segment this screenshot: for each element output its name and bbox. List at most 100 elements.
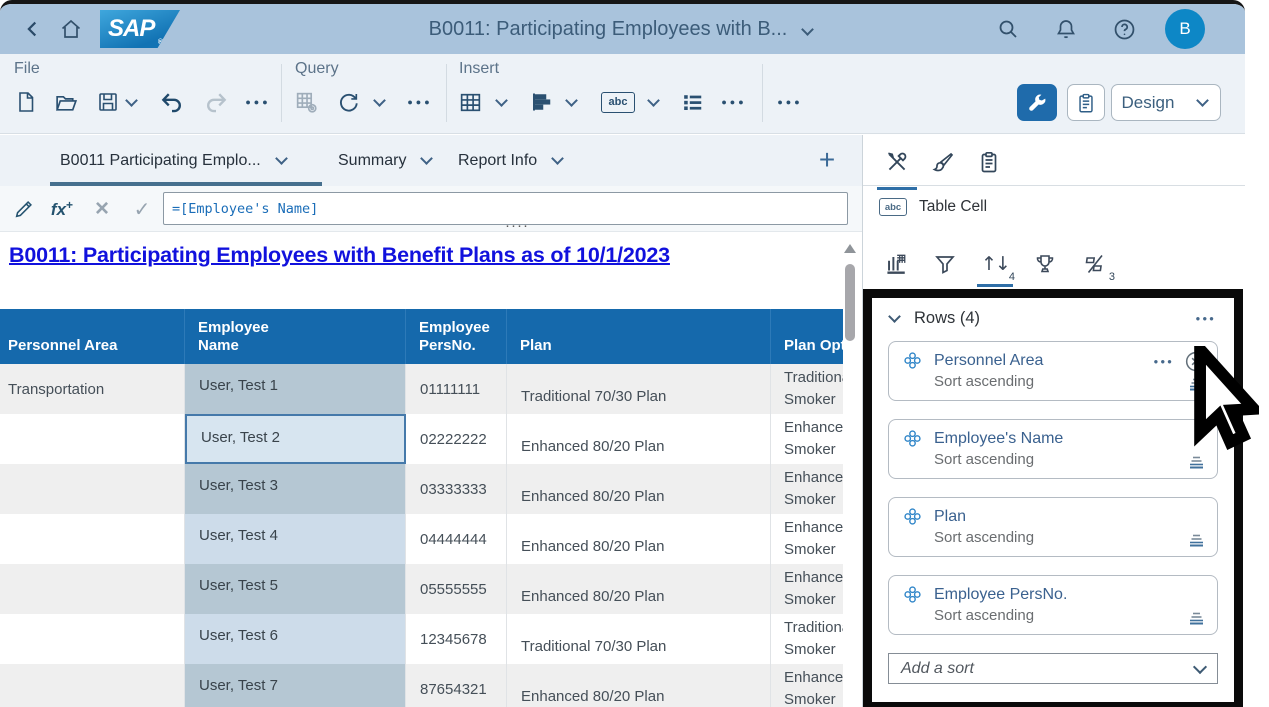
sort-icon-button[interactable]: ↑↓ 4	[973, 243, 1017, 285]
panel-tab-data[interactable]	[967, 141, 1011, 183]
cell-plan-option[interactable]: Traditional Smoker	[771, 614, 843, 664]
build-tools-button[interactable]	[1017, 84, 1057, 121]
refresh-button[interactable]	[330, 84, 366, 120]
cell-employee-name[interactable]: User, Test 7	[185, 664, 406, 707]
cancel-formula-button[interactable]	[86, 193, 118, 225]
break-icon-button[interactable]: 3	[1073, 243, 1117, 285]
formula-bar-resize-handle[interactable]	[505, 222, 529, 230]
add-report-tab-button[interactable]: +	[810, 143, 844, 177]
remove-sort-button[interactable]	[1184, 350, 1207, 373]
cell-employee-persno[interactable]: 87654321	[406, 664, 507, 707]
insert-more-button[interactable]	[716, 84, 752, 120]
refresh-menu-button[interactable]	[368, 84, 390, 120]
cell-employee-persno[interactable]: 12345678	[406, 614, 507, 664]
cell-employee-name[interactable]: User, Test 1	[185, 364, 406, 414]
cell-plan[interactable]: Enhanced 80/20 Plan	[507, 414, 771, 464]
help-button[interactable]	[1107, 12, 1141, 46]
save-menu-button[interactable]	[120, 84, 142, 120]
cell-employee-persno[interactable]: 01111111	[406, 364, 507, 414]
sort-card-employees-name[interactable]: Employee's Name Sort ascending	[888, 419, 1218, 479]
cell-employee-name[interactable]: User, Test 3	[185, 464, 406, 514]
cell-employee-persno[interactable]: 05555555	[406, 564, 507, 614]
cell-personnel-area[interactable]	[0, 614, 185, 664]
cell-employee-persno[interactable]: 04444444	[406, 514, 507, 564]
scrollbar-thumb[interactable]	[845, 264, 855, 341]
cell-plan[interactable]: Enhanced 80/20 Plan	[507, 514, 771, 564]
sort-card-personnel-area[interactable]: Personnel Area Sort ascending	[888, 341, 1218, 401]
report-title-link[interactable]: B0011: Participating Employees with Bene…	[9, 243, 670, 268]
column-header-plan[interactable]: Plan	[507, 309, 771, 364]
sort-card-more-button[interactable]	[1152, 355, 1177, 368]
filter-icon-button[interactable]	[923, 243, 967, 285]
sort-ascending-icon-button[interactable]	[1188, 611, 1205, 625]
design-menu-button[interactable]	[1184, 84, 1221, 121]
insert-table-menu-button[interactable]	[490, 84, 512, 120]
cell-plan[interactable]: Enhanced 80/20 Plan	[507, 564, 771, 614]
sort-card-employee-persno[interactable]: Employee PersNo. Sort ascending	[888, 575, 1218, 635]
sort-ascending-icon-button[interactable]	[1188, 455, 1205, 469]
cell-employee-persno[interactable]: 03333333	[406, 464, 507, 514]
insert-cell-menu-button[interactable]	[642, 84, 664, 120]
insert-table-button[interactable]	[452, 84, 488, 120]
title-menu-button[interactable]	[799, 18, 816, 41]
edit-query-button[interactable]	[288, 84, 324, 120]
cell-employee-name[interactable]: User, Test 6	[185, 614, 406, 664]
new-document-button[interactable]	[8, 84, 44, 120]
cell-personnel-area[interactable]: Transportation	[0, 364, 185, 414]
cell-plan-option[interactable]: Enhanced Smoker	[771, 564, 843, 614]
file-more-button[interactable]	[240, 84, 276, 120]
cell-personnel-area[interactable]	[0, 414, 185, 464]
panel-tab-build[interactable]	[875, 141, 919, 183]
insert-list-button[interactable]	[674, 84, 710, 120]
builder-icon-button[interactable]	[873, 243, 917, 285]
cell-plan-option[interactable]: Traditional Smoker	[771, 364, 843, 414]
insert-cell-button[interactable]	[596, 84, 640, 120]
undo-button[interactable]	[154, 84, 190, 120]
scroll-up-arrow[interactable]	[844, 244, 856, 253]
user-avatar[interactable]: B	[1165, 9, 1205, 49]
search-button[interactable]	[991, 12, 1025, 46]
toolbar-overflow-button[interactable]	[772, 84, 808, 120]
panel-tab-format[interactable]	[921, 141, 965, 183]
cell-plan-option[interactable]: Enhanced Smoker	[771, 664, 843, 707]
ranking-icon-button[interactable]	[1023, 243, 1067, 285]
notifications-button[interactable]	[1049, 12, 1083, 46]
column-header-plan-option[interactable]: Plan Option	[771, 309, 843, 364]
cell-plan-option[interactable]: Enhanced Smoker	[771, 414, 843, 464]
cell-plan[interactable]: Enhanced 80/20 Plan	[507, 664, 771, 707]
insert-chart-menu-button[interactable]	[560, 84, 582, 120]
tab-report-b0011[interactable]: B0011 Participating Emplo...	[50, 135, 322, 186]
add-sort-combobox[interactable]: Add a sort	[888, 653, 1218, 684]
cell-personnel-area[interactable]	[0, 564, 185, 614]
tab-report-info[interactable]: Report Info	[448, 135, 572, 186]
copy-data-button[interactable]	[1067, 84, 1105, 121]
insert-chart-button[interactable]	[524, 84, 560, 120]
cell-plan[interactable]: Traditional 70/30 Plan	[507, 614, 771, 664]
design-mode-button[interactable]: Design	[1111, 84, 1185, 121]
redo-button[interactable]	[198, 84, 234, 120]
edit-formula-button[interactable]	[8, 193, 40, 225]
cell-plan[interactable]: Traditional 70/30 Plan	[507, 364, 771, 414]
query-more-button[interactable]	[402, 84, 438, 120]
formula-editor-button[interactable]	[46, 193, 78, 225]
sort-ascending-icon-button[interactable]	[1188, 533, 1205, 547]
cell-employee-name[interactable]: User, Test 4	[185, 514, 406, 564]
tab-summary[interactable]: Summary	[328, 135, 441, 186]
sort-card-plan[interactable]: Plan Sort ascending	[888, 497, 1218, 557]
column-header-employee-persno[interactable]: Employee PersNo.	[406, 309, 507, 364]
cell-personnel-area[interactable]	[0, 464, 185, 514]
cell-plan[interactable]: Enhanced 80/20 Plan	[507, 464, 771, 514]
validate-formula-button[interactable]	[126, 193, 158, 225]
column-header-employee-name[interactable]: Employee Name	[185, 309, 406, 364]
cell-plan-option[interactable]: Enhanced Smoker	[771, 514, 843, 564]
cell-personnel-area[interactable]	[0, 664, 185, 707]
cell-employee-persno[interactable]: 02222222	[406, 414, 507, 464]
cell-employee-name[interactable]: User, Test 5	[185, 564, 406, 614]
cell-personnel-area[interactable]	[0, 514, 185, 564]
cell-employee-name-selected[interactable]: User, Test 2	[185, 414, 406, 464]
sort-ascending-icon-button[interactable]	[1188, 377, 1205, 391]
collapse-chevron-icon[interactable]	[888, 310, 901, 323]
column-header-personnel-area[interactable]: Personnel Area	[0, 309, 185, 364]
rows-section-more-button[interactable]	[1194, 312, 1219, 325]
open-button[interactable]	[48, 84, 84, 120]
